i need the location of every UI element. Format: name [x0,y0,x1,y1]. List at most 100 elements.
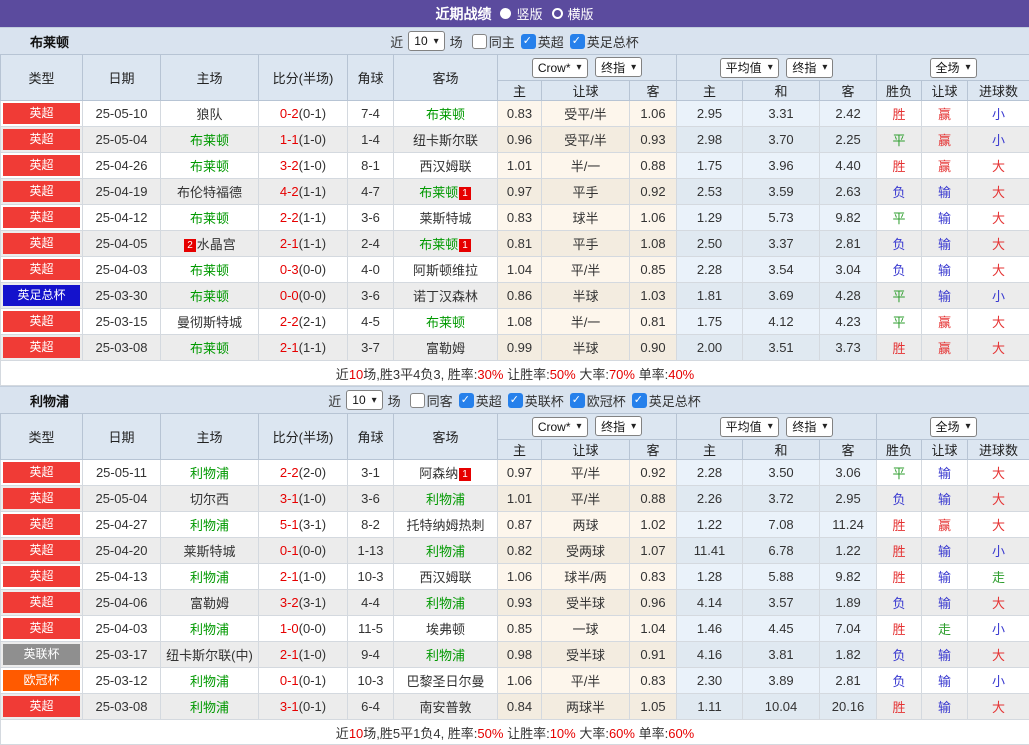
fulltime-score: 3-2 [280,595,299,610]
filter-英超[interactable]: 英超 [459,391,502,410]
home-odds: 1.04 [498,257,542,283]
avg-away-odds: 3.06 [820,460,877,486]
avg-final-odds-select[interactable]: 终指 [786,417,833,437]
summary-part: 让胜率: [503,367,549,382]
layout-radio-vertical[interactable]: 竖版 [500,4,542,23]
home-team-name[interactable]: 利物浦 [190,674,229,689]
away-team-name[interactable]: 富勒姆 [426,341,465,356]
away-team-name[interactable]: 利物浦 [426,544,465,559]
away-team-name[interactable]: 利物浦 [426,492,465,507]
col-avg-draw: 和 [743,81,820,101]
away-team-name[interactable]: 南安普敦 [419,700,471,715]
home-team-name[interactable]: 狼队 [196,107,222,122]
home-team-name[interactable]: 纽卡斯尔联(中) [166,648,253,663]
filter-同客[interactable]: 同客 [410,391,453,410]
checked-checkbox-icon[interactable] [459,393,474,408]
col-odds-handicap: 让球 [542,440,630,460]
away-team-name[interactable]: 布莱顿 [426,107,465,122]
home-team-name[interactable]: 布莱顿 [190,211,229,226]
radio-selected-icon[interactable] [500,8,511,19]
away-team-name[interactable]: 西汉姆联 [419,570,471,585]
home-team-name[interactable]: 利物浦 [190,518,229,533]
home-team-cell: 利物浦 [161,564,259,590]
away-team-name[interactable]: 布莱顿 [426,315,465,330]
home-odds: 0.85 [498,616,542,642]
away-team-name[interactable]: 阿森纳 [419,466,458,481]
avg-draw-odds: 3.70 [743,127,820,153]
home-team-name[interactable]: 布莱顿 [190,133,229,148]
home-team-name[interactable]: 富勒姆 [190,596,229,611]
home-team-name[interactable]: 利物浦 [190,570,229,585]
average-select[interactable]: 平均值 [720,417,779,437]
match-score: 5-1(3-1) [259,512,348,538]
away-odds: 1.03 [630,283,677,309]
final-odds-select[interactable]: 终指 [595,57,642,77]
home-team-name[interactable]: 布莱顿 [190,341,229,356]
filter-欧冠杯[interactable]: 欧冠杯 [570,391,626,410]
checked-checkbox-icon[interactable] [508,393,523,408]
checked-checkbox-icon[interactable] [570,34,585,49]
home-team-name[interactable]: 利物浦 [190,700,229,715]
fullmatch-scope-select[interactable]: 全场 [930,58,977,78]
filter-label: 英足总杯 [649,391,701,410]
home-team-name[interactable]: 利物浦 [190,622,229,637]
home-team-name[interactable]: 莱斯特城 [183,544,235,559]
away-team-name[interactable]: 诺丁汉森林 [413,289,478,304]
home-team-name[interactable]: 水晶宫 [197,237,236,252]
away-team-name[interactable]: 巴黎圣日尔曼 [406,674,484,689]
filter-英足总杯[interactable]: 英足总杯 [632,391,701,410]
away-team-name[interactable]: 托特纳姆热刺 [406,518,484,533]
filter-label: 英超 [538,32,564,51]
avg-final-odds-select[interactable]: 终指 [786,58,833,78]
home-team-name[interactable]: 布莱顿 [190,159,229,174]
league-type-badge: 欧冠杯 [3,670,80,691]
away-team-name[interactable]: 布莱顿 [419,237,458,252]
filter-label: 同客 [427,391,453,410]
league-type-cell: 英超 [1,616,83,642]
result-goals: 大 [968,309,1029,335]
home-odds: 0.98 [498,642,542,668]
layout-radio-horizontal[interactable]: 横版 [552,4,594,23]
home-team-name[interactable]: 布伦特福德 [177,185,242,200]
away-team-name[interactable]: 西汉姆联 [419,159,471,174]
league-type-cell: 英超 [1,538,83,564]
league-type-cell: 英超 [1,153,83,179]
away-team-name[interactable]: 莱斯特城 [419,211,471,226]
home-team-name[interactable]: 曼彻斯特城 [177,315,242,330]
checked-checkbox-icon[interactable] [632,393,647,408]
average-select[interactable]: 平均值 [720,58,779,78]
away-odds: 1.05 [630,694,677,720]
red-card-badge: 1 [459,468,471,481]
home-team-name[interactable]: 布莱顿 [190,263,229,278]
bookmaker-select[interactable]: Crow* [532,58,588,78]
final-odds-select[interactable]: 终指 [595,416,642,436]
away-odds: 1.04 [630,616,677,642]
filter-英超[interactable]: 英超 [521,32,564,51]
result-handicap: 输 [922,668,968,694]
away-team-name[interactable]: 阿斯顿维拉 [413,263,478,278]
league-type-badge: 英超 [3,514,80,535]
home-team-name[interactable]: 利物浦 [190,466,229,481]
away-team-name[interactable]: 利物浦 [426,596,465,611]
away-team-name[interactable]: 埃弗顿 [426,622,465,637]
home-team-name[interactable]: 切尔西 [190,492,229,507]
fullmatch-scope-select[interactable]: 全场 [930,417,977,437]
away-team-name[interactable]: 纽卡斯尔联 [413,133,478,148]
unchecked-checkbox-icon[interactable] [472,34,487,49]
radio-unselected-icon[interactable] [552,8,563,19]
bookmaker-select[interactable]: Crow* [532,417,588,437]
home-odds: 0.82 [498,538,542,564]
away-team-name[interactable]: 布莱顿 [419,185,458,200]
away-team-name[interactable]: 利物浦 [426,648,465,663]
match-count-select[interactable]: 10 [346,390,382,410]
home-team-name[interactable]: 布莱顿 [190,289,229,304]
checked-checkbox-icon[interactable] [521,34,536,49]
unchecked-checkbox-icon[interactable] [410,393,425,408]
filter-英联杯[interactable]: 英联杯 [508,391,564,410]
result-outcome: 负 [877,231,922,257]
away-odds: 0.88 [630,153,677,179]
match-count-select[interactable]: 10 [408,31,444,51]
filter-英足总杯[interactable]: 英足总杯 [570,32,639,51]
checked-checkbox-icon[interactable] [570,393,585,408]
filter-同主[interactable]: 同主 [472,32,515,51]
